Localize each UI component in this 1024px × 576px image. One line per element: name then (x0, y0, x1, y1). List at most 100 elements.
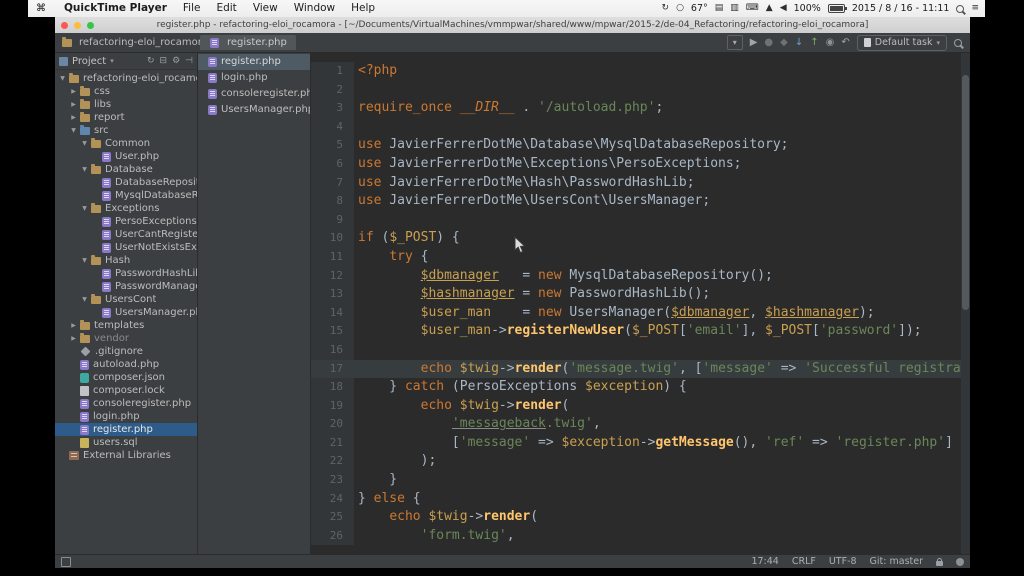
breadcrumb-item-refactoring-eloi-rocamora[interactable]: refactoring-eloi_rocamora (61, 37, 208, 48)
line-number[interactable]: 12 (311, 267, 354, 286)
notification-center-icon[interactable]: ≡ (971, 0, 979, 17)
line-number[interactable]: 16 (311, 341, 354, 360)
volume-icon[interactable]: ◀ (780, 0, 787, 17)
code-line-13[interactable]: 13 $hashmanager = new PasswordHashLib(); (311, 285, 970, 304)
tree-item-passwordmanage[interactable]: PasswordManage (55, 280, 197, 293)
code-line-6[interactable]: 6use JavierFerrerDotMe\Exceptions\PersoE… (311, 155, 970, 174)
settings-gear-icon[interactable]: ⚙ (172, 56, 180, 66)
line-number[interactable]: 14 (311, 304, 354, 323)
window-titlebar[interactable]: register.php - refactoring-eloi_rocamora… (55, 17, 970, 33)
code-line-5[interactable]: 5use JavierFerrerDotMe\Database\MysqlDat… (311, 136, 970, 155)
line-number[interactable]: 3 (311, 99, 354, 118)
line-number[interactable]: 2 (311, 81, 354, 100)
tree-item-hash[interactable]: ▼Hash (55, 254, 197, 267)
chevron-down-icon[interactable]: ▼ (68, 124, 79, 137)
chevron-down-icon[interactable]: ▼ (79, 137, 90, 150)
profiler-icon[interactable]: ◆ (780, 33, 788, 52)
code-line-9[interactable]: 9 (311, 211, 970, 230)
chevron-right-icon[interactable]: ▶ (68, 85, 79, 98)
editor-scrollbar[interactable] (961, 53, 970, 554)
line-number[interactable]: 25 (311, 508, 354, 527)
tree-item-libs[interactable]: ▶libs (55, 98, 197, 111)
tree-item-register-php[interactable]: register.php (55, 423, 197, 436)
line-ending-indicator[interactable]: CRLF (792, 556, 816, 567)
code-line-26[interactable]: 26 'form.twig', (311, 527, 970, 546)
tree-item-login-php[interactable]: login.php (55, 410, 197, 423)
changes-icon[interactable]: ◉ (826, 33, 835, 52)
code-line-12[interactable]: 12 $dbmanager = new MysqlDatabaseReposit… (311, 267, 970, 286)
vcs-update-icon[interactable]: ↓ (795, 33, 803, 52)
clock-icon[interactable]: ○ (676, 0, 684, 17)
open-file-register-php[interactable]: register.php (198, 54, 310, 70)
tree-item-database[interactable]: ▼Database (55, 163, 197, 176)
code-line-8[interactable]: 8use JavierFerrerDotMe\UsersCont\UsersMa… (311, 192, 970, 211)
run-icon[interactable]: ▶ (750, 33, 758, 52)
tree-item-user-php[interactable]: User.php (55, 150, 197, 163)
tree-item-css[interactable]: ▶css (55, 85, 197, 98)
code-line-23[interactable]: 23 } (311, 471, 970, 490)
menu-item-window[interactable]: Window (286, 0, 343, 17)
chevron-down-icon[interactable]: ▼ (57, 72, 68, 85)
code-line-21[interactable]: 21 ['message' => $exception->getMessage(… (311, 434, 970, 453)
menu-item-help[interactable]: Help (343, 0, 383, 17)
tree-item-usernotexistsexc[interactable]: UserNotExistsExc (55, 241, 197, 254)
menu-item-edit[interactable]: Edit (208, 0, 244, 17)
tree-item-composer-lock[interactable]: composer.lock (55, 384, 197, 397)
spotlight-search-icon[interactable] (956, 5, 964, 13)
tree-item-autoload-php[interactable]: autoload.php (55, 358, 197, 371)
line-number[interactable]: 20 (311, 415, 354, 434)
code-line-17[interactable]: 17 echo $twig->render('message.twig', ['… (311, 360, 970, 379)
battery-icon[interactable] (828, 4, 845, 13)
code-line-25[interactable]: 25 echo $twig->render( (311, 508, 970, 527)
code-line-4[interactable]: 4 (311, 118, 970, 137)
battery-percent[interactable]: 100% (794, 0, 821, 17)
line-number[interactable]: 4 (311, 118, 354, 137)
code-line-10[interactable]: 10if ($_POST) { (311, 229, 970, 248)
keyboard-icon[interactable]: ⌨ (746, 0, 759, 17)
code-line-24[interactable]: 24} else { (311, 490, 970, 509)
menu-item-quicktime-player[interactable]: QuickTime Player (56, 0, 175, 17)
chevron-down-icon[interactable]: ▾ (110, 57, 114, 65)
tree-item-vendor[interactable]: ▶vendor (55, 332, 197, 345)
code-line-1[interactable]: 1<?php (311, 62, 970, 81)
chevron-right-icon[interactable]: ▶ (68, 332, 79, 345)
open-file-login-php[interactable]: login.php (198, 70, 310, 86)
line-number[interactable]: 24 (311, 490, 354, 509)
editor-tab-register-php[interactable]: register.php (200, 35, 296, 50)
run-config-dropdown-button[interactable]: ▾ (727, 35, 743, 50)
line-number[interactable]: 7 (311, 174, 354, 193)
code-line-3[interactable]: 3require_once __DIR__ . '/autoload.php'; (311, 99, 970, 118)
tree-item-persoexceptions[interactable]: PersoExceptions (55, 215, 197, 228)
tree-item-report[interactable]: ▶report (55, 111, 197, 124)
code-line-15[interactable]: 15 $user_man->registerNewUser($_POST['em… (311, 322, 970, 341)
tree-item-composer-json[interactable]: composer.json (55, 371, 197, 384)
hector-inspections-icon[interactable] (956, 558, 964, 566)
tree-item-consoleregister-php[interactable]: consoleregister.php (55, 397, 197, 410)
chevron-down-icon[interactable]: ▼ (79, 293, 90, 306)
search-everywhere-icon[interactable] (954, 39, 962, 47)
caret-position[interactable]: 17:44 (751, 556, 778, 567)
display-icon[interactable]: ▥ (730, 0, 739, 17)
line-number[interactable]: 19 (311, 397, 354, 416)
tree-item-common[interactable]: ▼Common (55, 137, 197, 150)
tree-item-gitignore[interactable]: .gitignore (55, 345, 197, 358)
tree-item-mysqldatabaser[interactable]: MysqlDatabaseR (55, 189, 197, 202)
hide-panel-icon[interactable]: ⊣ (185, 56, 193, 66)
line-number[interactable]: 5 (311, 136, 354, 155)
toolwindow-toggle-icon[interactable] (61, 557, 71, 567)
tree-item-templates[interactable]: ▶templates (55, 319, 197, 332)
line-number[interactable]: 15 (311, 322, 354, 341)
encoding-indicator[interactable]: UTF-8 (829, 556, 857, 567)
line-number[interactable]: 11 (311, 248, 354, 267)
dock-icon[interactable]: ▤ (715, 0, 724, 17)
tree-item-usersmanager-ph[interactable]: UsersManager.ph (55, 306, 197, 319)
chevron-right-icon[interactable]: ▶ (68, 98, 79, 111)
code-line-16[interactable]: 16 (311, 341, 970, 360)
chevron-down-icon[interactable]: ▼ (79, 202, 90, 215)
line-number[interactable]: 13 (311, 285, 354, 304)
tree-item-databasereposit[interactable]: DatabaseReposit (55, 176, 197, 189)
wifi-icon[interactable]: ▲ (766, 0, 773, 17)
tree-item-passwordhashlib[interactable]: PasswordHashLib (55, 267, 197, 280)
tree-item-external-libraries[interactable]: External Libraries (55, 449, 197, 462)
sync-icon[interactable]: ↻ (147, 56, 155, 66)
